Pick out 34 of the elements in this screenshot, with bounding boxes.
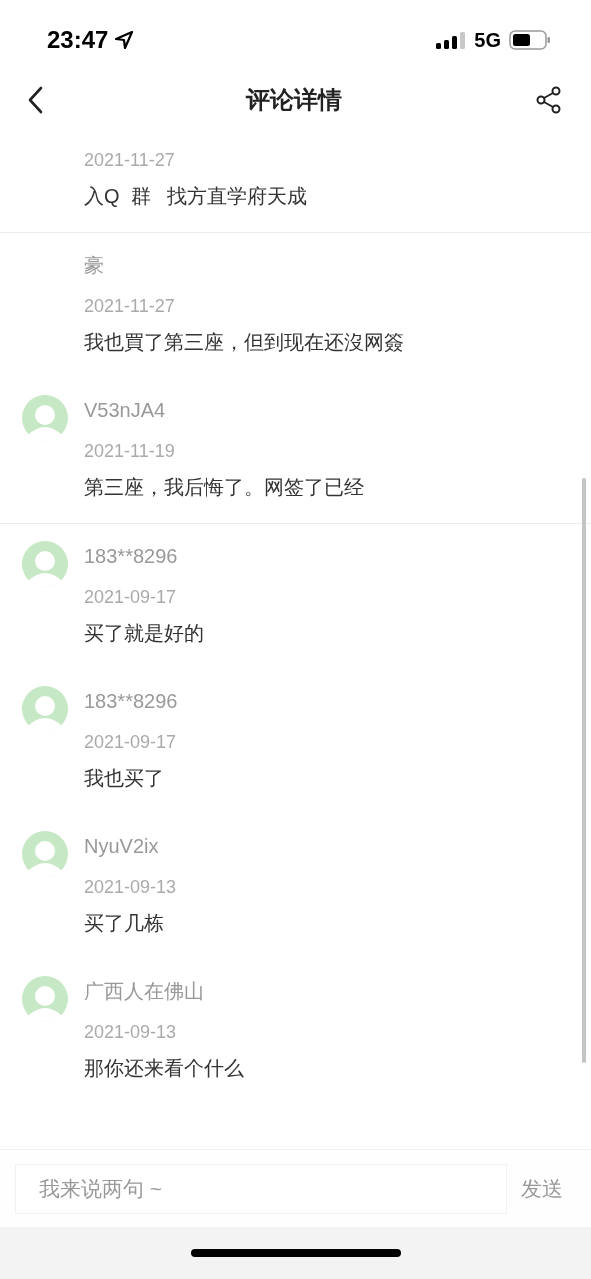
comment-date: 2021-11-27: [84, 149, 176, 172]
comment-input[interactable]: 我来说两句 ~: [15, 1163, 507, 1214]
comment-text: 入Q 群 找方直学府天成: [84, 184, 308, 209]
send-button[interactable]: 发送: [521, 1172, 563, 1205]
comment-author: 广西人在佛山: [84, 979, 205, 1004]
comment-date: 2021-11-27: [84, 295, 176, 318]
comment-date: 2021-09-17: [84, 586, 178, 609]
avatar-icon: [22, 976, 68, 1022]
comment-text: 我也買了第三座，但到现在还沒网簽: [84, 330, 404, 355]
comment-text: 买了就是好的: [84, 621, 204, 646]
avatar-icon: [22, 686, 68, 732]
avatar-icon: [22, 541, 68, 587]
network-label: 5G: [474, 27, 501, 53]
comment-date: 2021-09-13: [84, 1021, 178, 1044]
status-time: 23:47: [47, 24, 109, 55]
comment-author: 豪: [84, 253, 105, 278]
location-arrow-icon: [114, 29, 135, 50]
comment-author: NyuV2ix: [84, 834, 160, 859]
comment-author: V53nJA4: [84, 398, 167, 423]
comment-text: 那你还来看个什么: [84, 1056, 244, 1081]
comment-text: 我也买了: [84, 766, 165, 791]
avatar-icon: [22, 395, 68, 441]
comment-date: 2021-11-19: [84, 440, 176, 463]
comment-author: 183**8296: [84, 544, 179, 569]
page-title: 评论详情: [245, 85, 342, 115]
avatar-icon: [22, 831, 68, 877]
comment-author: 183**8296: [84, 689, 178, 714]
comment-date: 2021-09-17: [84, 731, 178, 754]
battery-icon: [509, 28, 551, 51]
comment-text: 买了几栋: [84, 911, 165, 936]
signal-icon: [436, 29, 467, 50]
comment-text: 第三座，我后悔了。网签了已经: [84, 475, 364, 500]
comment-date: 2021-09-13: [84, 876, 177, 899]
share-button[interactable]: [535, 85, 563, 115]
